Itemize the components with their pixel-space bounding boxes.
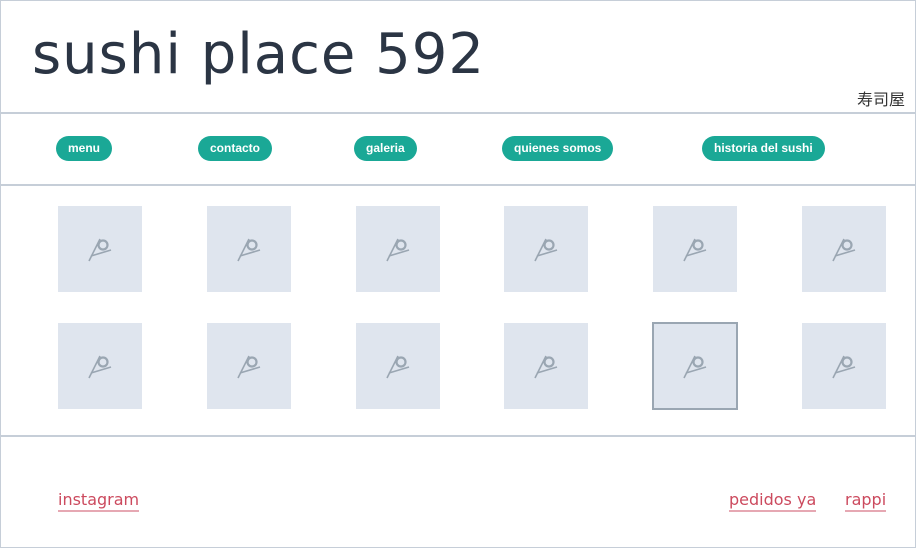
- nav-contacto-button[interactable]: contacto: [198, 136, 273, 161]
- rappi-link[interactable]: rappi: [845, 490, 887, 512]
- broken-image-icon: [832, 355, 856, 379]
- nav-historia-del-sushi-button[interactable]: historia del sushi: [702, 136, 825, 161]
- gallery-thumbnail[interactable]: [653, 206, 737, 292]
- broken-image-icon: [237, 355, 261, 379]
- nav-menu-button[interactable]: menu: [56, 136, 113, 161]
- nav-quienes-somos-button[interactable]: quienes somos: [502, 136, 614, 161]
- gallery-thumbnail[interactable]: [652, 322, 738, 410]
- gallery-thumbnail[interactable]: [207, 323, 291, 409]
- site-header: sushi place 592 寿司屋: [0, 0, 916, 114]
- broken-image-icon: [237, 238, 261, 262]
- image-gallery: [0, 186, 916, 436]
- nav-galeria-button[interactable]: galeria: [354, 136, 417, 161]
- gallery-thumbnail[interactable]: [207, 206, 291, 292]
- site-footer: instagram pedidos ya rappi: [0, 435, 916, 548]
- broken-image-icon: [683, 355, 707, 379]
- site-title: sushi place 592: [32, 22, 486, 87]
- broken-image-icon: [88, 238, 112, 262]
- gallery-thumbnail[interactable]: [58, 323, 142, 409]
- gallery-thumbnail[interactable]: [58, 206, 142, 292]
- gallery-thumbnail[interactable]: [802, 323, 886, 409]
- gallery-thumbnail[interactable]: [504, 323, 588, 409]
- main-nav: menu contacto galeria quienes somos hist…: [0, 114, 916, 186]
- kanji-subtitle: 寿司屋: [856, 90, 905, 109]
- broken-image-icon: [534, 355, 558, 379]
- broken-image-icon: [832, 238, 856, 262]
- pedidos-ya-link[interactable]: pedidos ya: [729, 490, 817, 512]
- broken-image-icon: [683, 238, 707, 262]
- broken-image-icon: [534, 238, 558, 262]
- gallery-thumbnail[interactable]: [504, 206, 588, 292]
- broken-image-icon: [88, 355, 112, 379]
- instagram-link[interactable]: instagram: [58, 490, 140, 512]
- broken-image-icon: [386, 355, 410, 379]
- page: sushi place 592 寿司屋 menu contacto galeri…: [0, 0, 916, 548]
- gallery-thumbnail[interactable]: [356, 206, 440, 292]
- gallery-thumbnail[interactable]: [356, 323, 440, 409]
- broken-image-icon: [386, 238, 410, 262]
- gallery-thumbnail[interactable]: [802, 206, 886, 292]
